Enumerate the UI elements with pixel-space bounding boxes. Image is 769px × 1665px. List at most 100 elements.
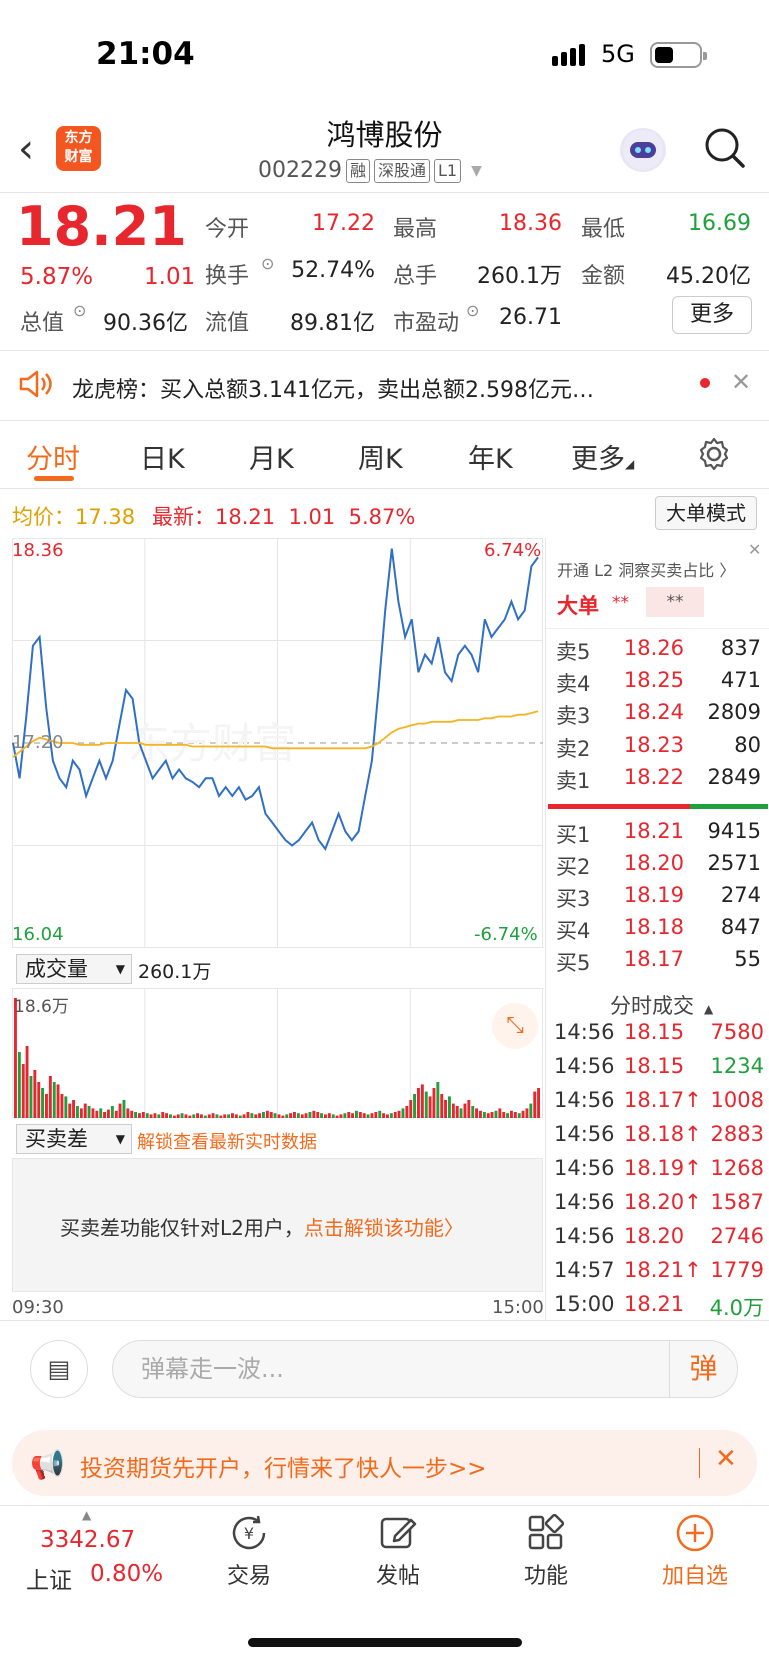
bid-row[interactable]: 买1 18.21 9415 xyxy=(556,819,761,849)
volume-bar xyxy=(455,1106,459,1118)
big-order-mask: ** xyxy=(646,587,704,617)
volume-bar xyxy=(525,1108,529,1118)
tick-volume: 1268 xyxy=(710,1156,764,1180)
nav-post[interactable]: 发帖 xyxy=(348,1512,448,1590)
time-end-label: 15:00 xyxy=(492,1297,544,1318)
volume-bar xyxy=(424,1091,428,1118)
volume-bar xyxy=(417,1088,420,1118)
nav-add-watchlist[interactable]: 加自选 xyxy=(645,1512,745,1590)
volume-bar xyxy=(60,1094,64,1118)
volume-bar xyxy=(347,1112,351,1118)
svg-text:¥: ¥ xyxy=(244,1524,254,1543)
divider xyxy=(699,1448,700,1478)
more-button[interactable]: 更多 xyxy=(672,296,752,334)
bid-row[interactable]: 买3 18.19 274 xyxy=(556,883,761,913)
info-icon[interactable]: ⊙ xyxy=(466,301,479,320)
open-value: 17.22 xyxy=(312,211,375,236)
float-label: 流值 xyxy=(205,311,250,336)
volume-bar xyxy=(409,1100,413,1118)
volume-bar xyxy=(513,1112,517,1118)
index-name[interactable]: 上证 xyxy=(26,1561,72,1595)
tab-intraday[interactable]: 分时 xyxy=(26,437,80,476)
volume-bar xyxy=(386,1114,389,1118)
robot-avatar-icon[interactable] xyxy=(620,128,666,172)
tab-monthly-k[interactable]: 月K xyxy=(249,437,294,476)
tick-row: 14:56 18.15 7580 xyxy=(554,1020,764,1044)
diff-message[interactable]: 买卖差功能仅针对L2用户，点击解锁该功能〉 xyxy=(60,1212,464,1241)
settings-icon[interactable] xyxy=(697,437,731,471)
tick-volume: 1234 xyxy=(710,1054,764,1078)
volume-chart xyxy=(12,988,543,1118)
volume-bar xyxy=(103,1112,106,1118)
tick-volume: 2746 xyxy=(710,1224,764,1248)
change-percent: 5.87% xyxy=(20,264,94,290)
volume-bar xyxy=(52,1082,56,1118)
diff-indicator-select[interactable]: 买卖差 ▼ xyxy=(16,1124,132,1154)
volume-bar xyxy=(91,1108,95,1118)
ask-row[interactable]: 卖4 18.25 471 xyxy=(556,668,761,698)
danmu-settings-icon[interactable]: ▤ xyxy=(30,1340,88,1398)
tick-price: 18.15 xyxy=(624,1054,685,1078)
volume-bar xyxy=(475,1108,478,1118)
info-icon[interactable]: ⊙ xyxy=(261,254,274,273)
ticks-title[interactable]: 分时成交 ▲ xyxy=(610,990,713,1020)
volume-bar xyxy=(172,1115,176,1118)
tab-yearly-k[interactable]: 年K xyxy=(468,437,513,476)
high-label: 最高 xyxy=(393,217,438,242)
ask-row[interactable]: 卖5 18.26 837 xyxy=(556,636,761,666)
ad-text[interactable]: 投资期货先开户，行情来了快人一步>> xyxy=(80,1449,487,1483)
plus-circle-icon xyxy=(645,1512,745,1554)
home-indicator xyxy=(248,1638,522,1647)
y-min-label: 16.04 xyxy=(12,924,64,945)
edit-icon xyxy=(348,1512,448,1554)
volume-bar xyxy=(432,1088,436,1118)
close-icon[interactable]: ✕ xyxy=(731,368,751,396)
bid-row[interactable]: 买2 18.20 2571 xyxy=(556,851,761,881)
volume-bar xyxy=(479,1110,482,1118)
volume-bar xyxy=(444,1100,447,1118)
volume-bar xyxy=(223,1114,227,1118)
search-icon[interactable] xyxy=(703,126,747,170)
danmu-input[interactable]: 弹幕走一波... xyxy=(112,1340,738,1398)
ask-row[interactable]: 卖1 18.22 2849 xyxy=(556,765,761,795)
volume-bar xyxy=(21,1064,25,1118)
close-icon[interactable]: ✕ xyxy=(715,1444,737,1474)
volume-bar xyxy=(289,1113,292,1118)
dropdown-icon: ▼ xyxy=(471,162,482,179)
volume-bar xyxy=(153,1113,157,1118)
megaphone-icon: 📢 xyxy=(30,1448,65,1481)
big-order-mode-button[interactable]: 大单模式 xyxy=(655,496,757,530)
nav-features[interactable]: 功能 xyxy=(496,1512,596,1590)
tick-row: 14:56 18.15 1234 xyxy=(554,1054,764,1078)
index-pct[interactable]: 0.80% xyxy=(90,1561,163,1587)
tab-daily-k[interactable]: 日K xyxy=(140,437,185,476)
l2-upgrade-link[interactable]: 开通 L2 洞察买卖占比 〉 xyxy=(557,557,735,581)
volume-bar xyxy=(471,1106,475,1118)
close-icon[interactable]: ✕ xyxy=(748,540,761,559)
stock-code-row[interactable]: 002229 融 深股通 L1 ▼ xyxy=(258,158,482,183)
info-icon[interactable]: ⊙ xyxy=(73,301,86,320)
unlock-link[interactable]: 解锁查看最新实时数据 xyxy=(137,1128,317,1154)
volume-indicator-select[interactable]: 成交量 ▼ xyxy=(16,954,132,984)
bid-row[interactable]: 买5 18.17 55 xyxy=(556,947,761,977)
volume-bar xyxy=(331,1114,335,1118)
index-value[interactable]: 3342.67 xyxy=(40,1527,135,1553)
ask-row[interactable]: 卖3 18.24 2809 xyxy=(556,700,761,730)
nav-trade[interactable]: ¥ 交易 xyxy=(199,1512,299,1590)
ask-row[interactable]: 卖2 18.23 80 xyxy=(556,733,761,763)
tab-more[interactable]: 更多◢ xyxy=(571,437,634,476)
volume-max-label: 18.6万 xyxy=(14,997,69,1017)
volume-bar xyxy=(165,1113,168,1118)
pe-value: 26.71 xyxy=(499,305,562,330)
volume-bar xyxy=(145,1113,149,1118)
volume-bar xyxy=(358,1112,362,1118)
intraday-chart[interactable]: 东方财富 xyxy=(12,538,543,948)
volume-bar xyxy=(126,1108,130,1118)
expand-icon[interactable]: ⤡ xyxy=(492,1003,538,1049)
volume-bar xyxy=(343,1113,347,1118)
danmu-toggle-button[interactable]: 弹 xyxy=(669,1341,737,1397)
bid-row[interactable]: 买4 18.18 847 xyxy=(556,915,761,945)
volume-bar xyxy=(265,1110,269,1118)
tab-weekly-k[interactable]: 周K xyxy=(358,437,403,476)
volume-bar xyxy=(296,1113,300,1118)
